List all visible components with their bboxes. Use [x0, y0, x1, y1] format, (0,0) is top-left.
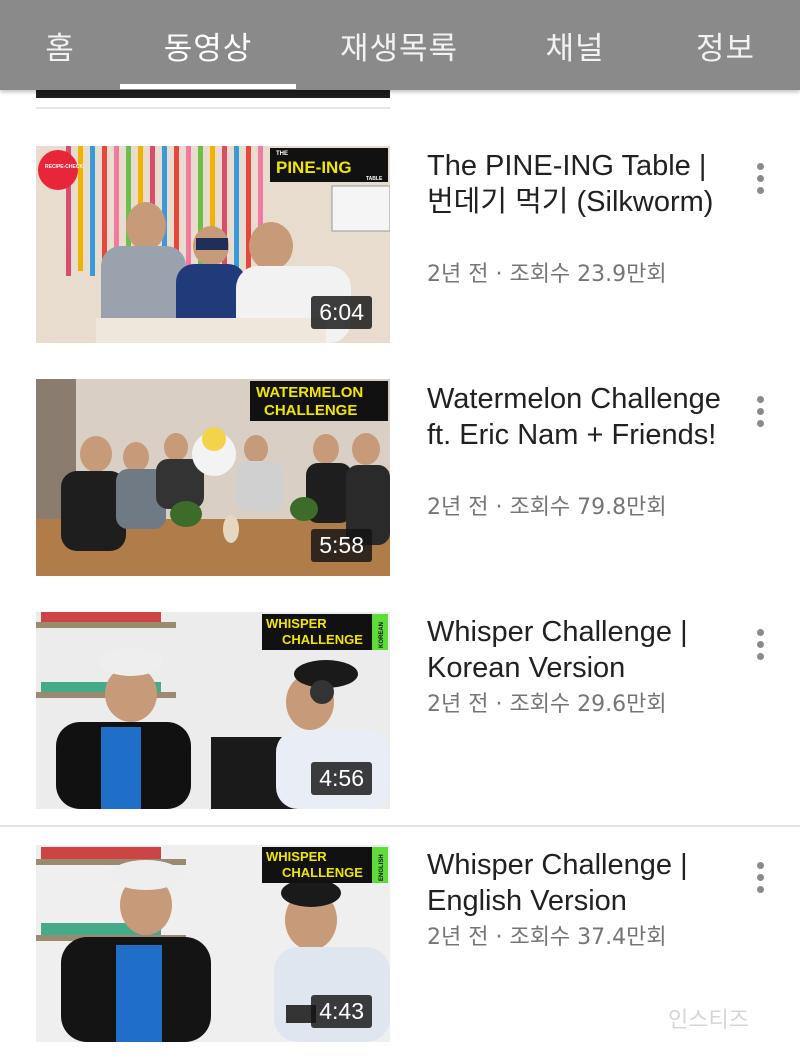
thumbnail-badge-small-text: THE: [276, 151, 288, 157]
video-meta: 2년 전 · 조회수 79.8만회: [427, 495, 667, 520]
section-divider: [0, 825, 800, 827]
more-vertical-icon[interactable]: [744, 624, 776, 664]
more-vertical-icon[interactable]: [744, 158, 776, 198]
thumbnail-badge-side-text: ENGLISH: [379, 854, 385, 881]
video-duration: 5:58: [311, 529, 372, 562]
more-vertical-icon[interactable]: [744, 391, 776, 431]
previous-video-thumbnail-edge[interactable]: [36, 90, 390, 98]
video-title[interactable]: The PINE-ING Table | 번데기 먹기 (Silkworm): [427, 148, 727, 220]
thumbnail-badge-line2: CHALLENGE: [282, 865, 363, 880]
more-vertical-icon[interactable]: [744, 857, 776, 897]
video-thumbnail[interactable]: WATERMELON CHALLENGE 5:58: [36, 379, 390, 576]
divider: [36, 107, 390, 109]
video-title[interactable]: Whisper Challenge | English Version: [427, 847, 727, 919]
video-duration: 4:43: [311, 995, 372, 1028]
tab-channels[interactable]: 채널: [520, 0, 630, 90]
video-duration: 6:04: [311, 296, 372, 329]
thumbnail-badge-tail-text: TABLE: [366, 176, 383, 182]
channel-tab-bar: 홈 동영상 재생목록 채널 정보: [0, 0, 800, 90]
video-title[interactable]: Watermelon Challenge ft. Eric Nam + Frie…: [427, 381, 727, 453]
thumbnail-corner-logo-text: RECIPE-CHECK: [45, 164, 83, 170]
video-list-item[interactable]: WHISPER CHALLENGE KOREAN 4:56 Whisper Ch…: [0, 612, 800, 812]
thumbnail-badge-line2: CHALLENGE: [264, 402, 357, 419]
thumbnail-badge-line1: WHISPER: [266, 849, 327, 864]
video-list-item[interactable]: WATERMELON CHALLENGE 5:58 Watermelon Cha…: [0, 379, 800, 579]
tab-about[interactable]: 정보: [668, 0, 783, 90]
tab-playlists[interactable]: 재생목록: [318, 0, 480, 90]
active-tab-indicator: [120, 84, 296, 89]
video-thumbnail[interactable]: WHISPER CHALLENGE KOREAN 4:56: [36, 612, 390, 809]
video-meta: 2년 전 · 조회수 37.4만회: [427, 925, 667, 950]
video-title[interactable]: Whisper Challenge | Korean Version: [427, 614, 727, 686]
video-meta: 2년 전 · 조회수 23.9만회: [427, 262, 667, 287]
tab-videos[interactable]: 동영상: [120, 0, 296, 90]
thumbnail-badge-line2: CHALLENGE: [282, 632, 363, 647]
tab-home[interactable]: 홈: [20, 0, 100, 90]
thumbnail-badge-text: PINE-ING: [276, 158, 352, 177]
video-list-item[interactable]: THE PINE-ING TABLE RECIPE-CHECK 6:04 The…: [0, 146, 800, 346]
thumbnail-badge-line1: WHISPER: [266, 616, 327, 631]
video-thumbnail[interactable]: THE PINE-ING TABLE RECIPE-CHECK 6:04: [36, 146, 390, 343]
site-watermark: 인스티즈: [668, 1008, 749, 1033]
video-duration: 4:56: [311, 762, 372, 795]
video-thumbnail[interactable]: WHISPER CHALLENGE ENGLISH 4:43: [36, 845, 390, 1042]
video-meta: 2년 전 · 조회수 29.6만회: [427, 692, 667, 717]
thumbnail-badge-side-text: KOREAN: [379, 622, 385, 648]
thumbnail-badge-line1: WATERMELON: [256, 384, 363, 401]
